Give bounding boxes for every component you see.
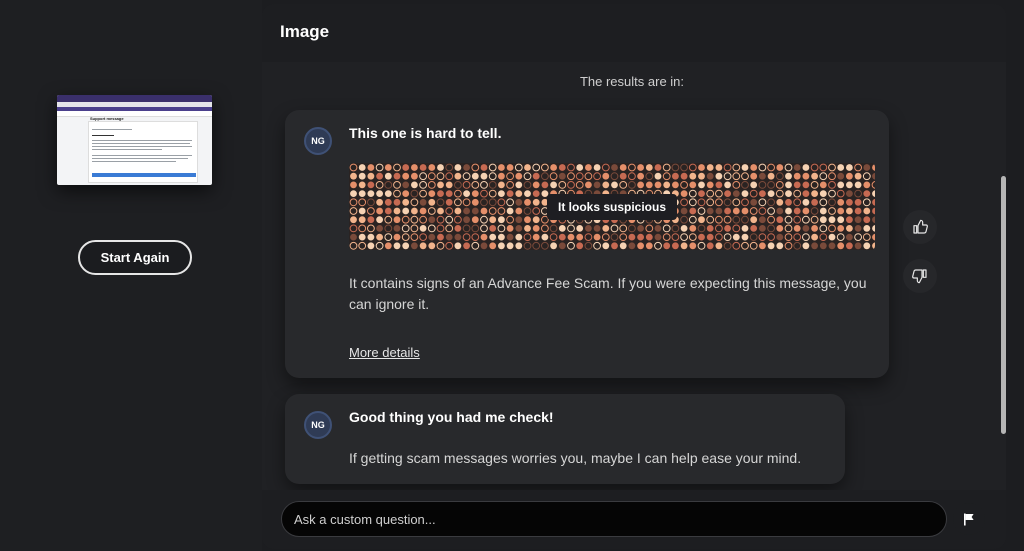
thumbs-up-icon: [913, 219, 928, 234]
thumbnail-button: [92, 173, 196, 177]
page-title: Image: [280, 22, 330, 41]
verdict-label: It looks suspicious: [547, 194, 677, 220]
thumbnail-text-line: [92, 149, 162, 150]
scrollbar-thumb[interactable]: [1001, 176, 1006, 434]
thumbnail-text-line: [92, 158, 188, 159]
screenshot-thumbnail[interactable]: Support message: [57, 95, 212, 185]
thumbs-down-button[interactable]: [903, 259, 937, 293]
results-intro: The results are in:: [579, 74, 685, 89]
flag-icon: [964, 513, 974, 525]
report-flag-button[interactable]: [953, 503, 985, 535]
message-card: [285, 394, 845, 484]
message-heading: Good thing you had me check!: [349, 409, 554, 425]
avatar: NG: [304, 127, 332, 155]
avatar: NG: [304, 411, 332, 439]
thumbs-down-icon: [912, 269, 927, 284]
thumbnail-breadcrumb-bar: [57, 111, 212, 117]
thumbnail-text-line: [92, 161, 176, 162]
custom-question-input[interactable]: [281, 501, 947, 537]
message-heading: This one is hard to tell.: [349, 125, 502, 141]
thumbnail-text-line: [92, 129, 132, 130]
thumbnail-text-line: [92, 135, 114, 136]
thumbnail-text-line: [92, 146, 192, 147]
message-body: It contains signs of an Advance Fee Scam…: [349, 275, 867, 312]
panel-header: Image: [262, 4, 1006, 62]
thumbs-up-button[interactable]: [903, 210, 937, 244]
thumbnail-browser-tabbar: [57, 95, 212, 102]
left-panel: [0, 0, 262, 551]
thumbnail-text-line: [92, 143, 190, 144]
message-body: If getting scam messages worries you, ma…: [349, 450, 802, 466]
thumbnail-text-line: [92, 155, 192, 156]
more-details-link[interactable]: More details: [349, 345, 420, 360]
start-again-button[interactable]: Start Again: [78, 240, 192, 275]
thumbnail-text-line: [92, 140, 192, 141]
